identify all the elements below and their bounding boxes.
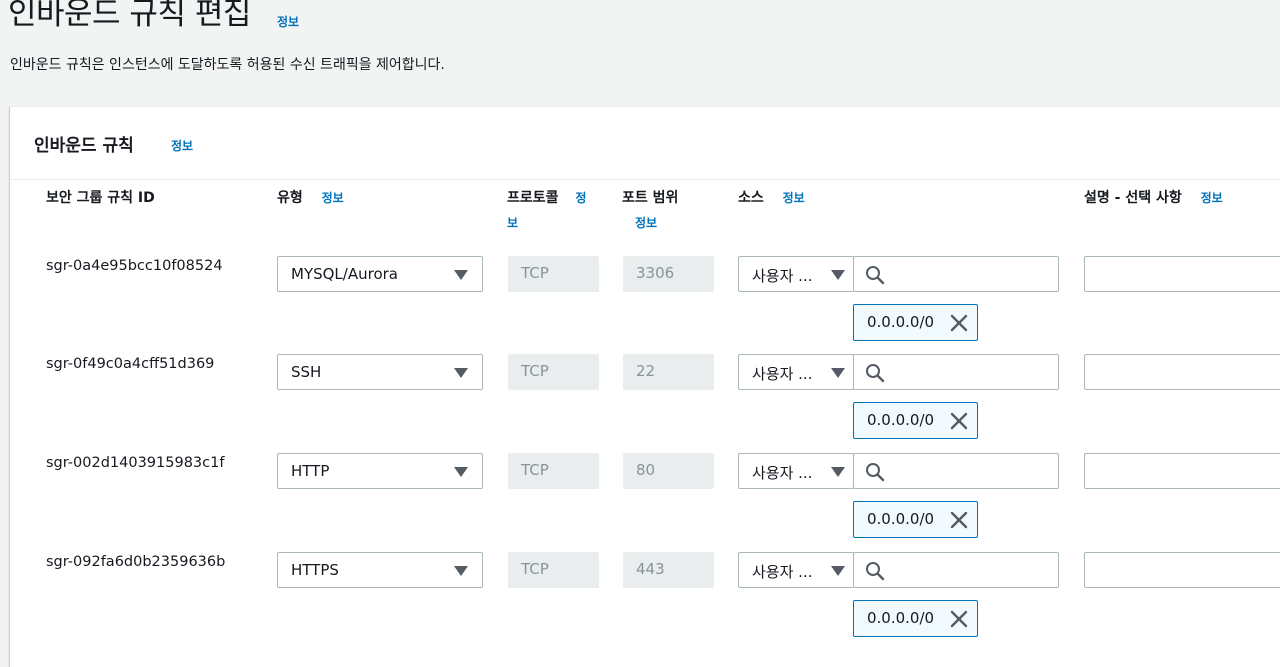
source-search-input[interactable] xyxy=(853,453,1059,489)
description-input[interactable] xyxy=(1084,354,1280,390)
description-input[interactable] xyxy=(1084,453,1280,489)
caret-down-icon xyxy=(454,467,468,477)
source-cidr-value: 0.0.0.0/0 xyxy=(867,609,935,627)
port-range-value: 3306 xyxy=(636,264,675,282)
port-info-link[interactable]: 정보 xyxy=(635,214,657,231)
caret-down-icon xyxy=(831,467,845,477)
port-range-field: 443 xyxy=(623,552,714,588)
port-range-value: 22 xyxy=(636,362,656,380)
rule-id: sgr-0a4e95bcc10f08524 xyxy=(46,258,223,274)
type-select[interactable]: HTTPS xyxy=(277,552,483,588)
page-description: 인바운드 규칙은 인스턴스에 도달하도록 허용된 수신 트래픽을 제어합니다. xyxy=(10,57,445,73)
caret-down-icon xyxy=(454,368,468,378)
type-select-value: SSH xyxy=(291,363,322,381)
col-header-type-label: 유형 xyxy=(277,190,303,206)
source-type-select[interactable]: 사용자 ... xyxy=(738,354,854,390)
protocol-info-link-wrap[interactable]: 보 xyxy=(507,214,518,231)
source-search-input[interactable] xyxy=(853,256,1059,292)
protocol-value: TCP xyxy=(521,560,549,578)
caret-down-icon xyxy=(454,566,468,576)
col-header-port: 포트 범위 xyxy=(622,190,679,206)
page-title: 인바운드 규칙 편집 xyxy=(8,0,251,32)
protocol-field: TCP xyxy=(508,256,599,292)
rule-id: sgr-002d1403915983c1f xyxy=(46,455,225,471)
source-cidr-token: 0.0.0.0/0 xyxy=(853,501,978,538)
col-header-source-label: 소스 xyxy=(738,190,764,206)
page-title-info-link[interactable]: 정보 xyxy=(277,13,299,30)
source-type-value: 사용자 ... xyxy=(752,563,813,581)
col-header-description: 설명 - 선택 사항 정보 xyxy=(1084,187,1223,207)
protocol-value: TCP xyxy=(521,461,549,479)
caret-down-icon xyxy=(831,566,845,576)
col-header-protocol-label: 프로토콜 xyxy=(507,190,559,206)
col-header-protocol: 프로토콜 정 xyxy=(507,187,586,207)
rule-id: sgr-0f49c0a4cff51d369 xyxy=(46,356,215,372)
type-select-value: HTTP xyxy=(291,462,330,480)
source-cidr-token: 0.0.0.0/0 xyxy=(853,600,978,637)
protocol-value: TCP xyxy=(521,264,549,282)
type-select[interactable]: HTTP xyxy=(277,453,483,489)
protocol-field: TCP xyxy=(508,552,599,588)
col-header-rule-id: 보안 그룹 규칙 ID xyxy=(46,190,155,206)
type-select-value: MYSQL/Aurora xyxy=(291,265,398,283)
source-type-value: 사용자 ... xyxy=(752,365,813,383)
col-header-type: 유형 정보 xyxy=(277,187,344,207)
protocol-field: TCP xyxy=(508,453,599,489)
source-cidr-token: 0.0.0.0/0 xyxy=(853,402,978,439)
protocol-info-link[interactable]: 정 xyxy=(575,191,586,205)
source-search-input[interactable] xyxy=(853,552,1059,588)
col-header-source: 소스 정보 xyxy=(738,187,805,207)
caret-down-icon xyxy=(454,270,468,280)
description-input[interactable] xyxy=(1084,552,1280,588)
type-select[interactable]: MYSQL/Aurora xyxy=(277,256,483,292)
source-cidr-value: 0.0.0.0/0 xyxy=(867,313,935,331)
protocol-value: TCP xyxy=(521,362,549,380)
description-info-link[interactable]: 정보 xyxy=(1201,191,1223,205)
source-cidr-token: 0.0.0.0/0 xyxy=(853,304,978,341)
source-type-select[interactable]: 사용자 ... xyxy=(738,256,854,292)
source-type-select[interactable]: 사용자 ... xyxy=(738,453,854,489)
rule-id: sgr-092fa6d0b2359636b xyxy=(46,554,226,570)
source-search-input[interactable] xyxy=(853,354,1059,390)
inbound-rules-panel: 인바운드 규칙 정보 보안 그룹 규칙 ID 유형 정보 프로토콜 정 보 포트… xyxy=(10,106,1280,667)
port-range-field: 22 xyxy=(623,354,714,390)
description-input[interactable] xyxy=(1084,256,1280,292)
caret-down-icon xyxy=(831,270,845,280)
source-cidr-value: 0.0.0.0/0 xyxy=(867,411,935,429)
close-icon[interactable] xyxy=(949,313,969,337)
protocol-field: TCP xyxy=(508,354,599,390)
close-icon[interactable] xyxy=(949,510,969,534)
source-type-value: 사용자 ... xyxy=(752,464,813,482)
source-type-select[interactable]: 사용자 ... xyxy=(738,552,854,588)
panel-header: 인바운드 규칙 정보 xyxy=(10,107,1280,180)
source-info-link[interactable]: 정보 xyxy=(783,191,805,205)
type-select[interactable]: SSH xyxy=(277,354,483,390)
type-info-link[interactable]: 정보 xyxy=(322,191,344,205)
port-range-field: 80 xyxy=(623,453,714,489)
col-header-description-label: 설명 - 선택 사항 xyxy=(1084,190,1182,206)
close-icon[interactable] xyxy=(949,609,969,633)
caret-down-icon xyxy=(831,368,845,378)
close-icon[interactable] xyxy=(949,411,969,435)
panel-title: 인바운드 규칙 xyxy=(34,136,134,156)
source-type-value: 사용자 ... xyxy=(752,267,813,285)
source-cidr-value: 0.0.0.0/0 xyxy=(867,510,935,528)
port-range-value: 443 xyxy=(636,560,665,578)
port-range-field: 3306 xyxy=(623,256,714,292)
type-select-value: HTTPS xyxy=(291,561,339,579)
panel-info-link[interactable]: 정보 xyxy=(171,137,193,154)
port-range-value: 80 xyxy=(636,461,656,479)
